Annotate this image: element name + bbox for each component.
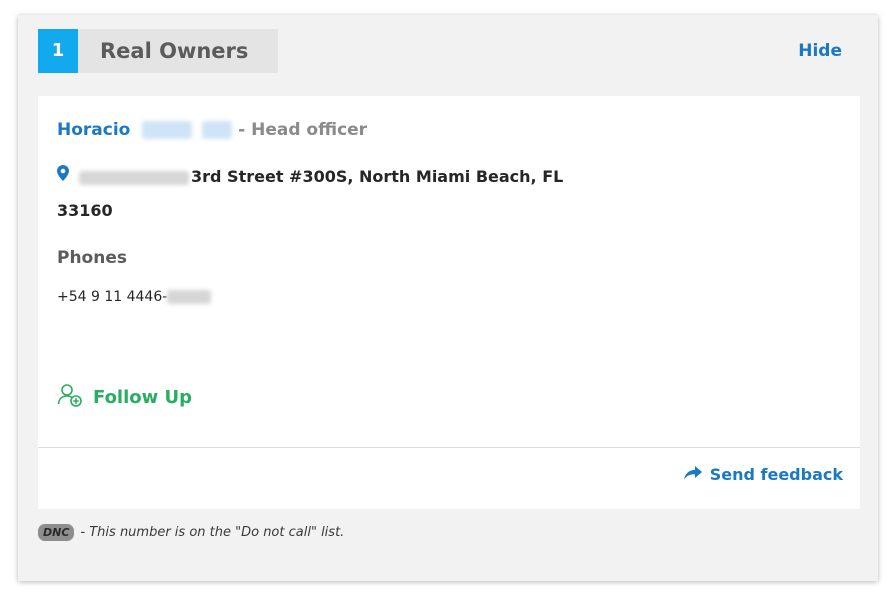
send-feedback-link[interactable]: Send feedback bbox=[683, 465, 843, 484]
redacted-surname bbox=[142, 121, 193, 139]
redacted-street-number bbox=[79, 170, 189, 185]
share-arrow-icon bbox=[683, 465, 702, 484]
address-line-1: 3rd Street #300S, North Miami Beach, FL bbox=[191, 167, 564, 186]
card-divider bbox=[38, 447, 860, 448]
owner-role: Head officer bbox=[251, 120, 368, 140]
follow-up-label: Follow Up bbox=[93, 386, 193, 408]
user-add-icon bbox=[57, 383, 83, 411]
owner-role-separator: - bbox=[232, 120, 252, 140]
dnc-note-text: - This number is on the "Do not call" li… bbox=[80, 525, 345, 540]
real-owners-panel: 1 Real Owners Hide Horacio - Head office… bbox=[18, 15, 878, 581]
phone-number-text: +54 9 11 4446- bbox=[57, 289, 168, 305]
owner-name-link[interactable]: Horacio bbox=[57, 120, 130, 140]
phones-heading: Phones bbox=[57, 248, 127, 268]
send-feedback-label: Send feedback bbox=[709, 465, 843, 484]
panel-header: 1 Real Owners Hide bbox=[18, 15, 878, 97]
map-pin-icon bbox=[57, 159, 69, 193]
hide-link[interactable]: Hide bbox=[798, 41, 842, 61]
dnc-legend: DNC - This number is on the "Do not call… bbox=[38, 524, 344, 541]
section-number-badge: 1 bbox=[38, 29, 78, 73]
redacted-count bbox=[202, 121, 233, 139]
redacted-phone-suffix bbox=[167, 290, 212, 304]
owner-name-line: Horacio - Head officer bbox=[57, 120, 367, 140]
follow-up-button[interactable]: Follow Up bbox=[57, 383, 192, 411]
owner-card: Horacio - Head officer 3rd Street #300S,… bbox=[38, 96, 860, 509]
address-line-2: 33160 bbox=[57, 201, 113, 220]
dnc-badge: DNC bbox=[38, 524, 75, 541]
section-title: Real Owners bbox=[78, 29, 278, 73]
phone-number[interactable]: +54 9 11 4446- bbox=[57, 289, 212, 305]
owner-address: 3rd Street #300S, North Miami Beach, FL … bbox=[57, 160, 637, 228]
